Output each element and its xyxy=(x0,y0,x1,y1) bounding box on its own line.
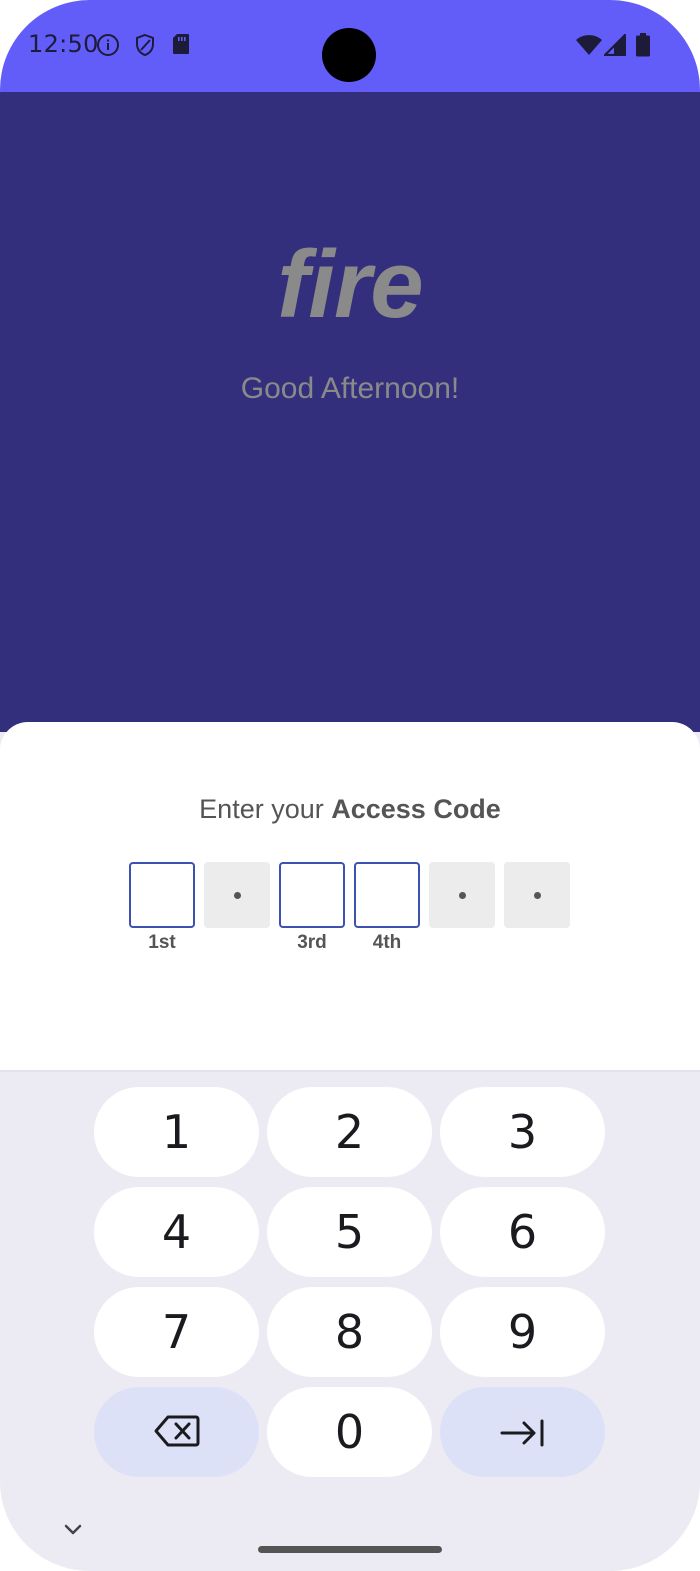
access-code-sheet: Enter your Access Code 1st 3rd 4th xyxy=(0,722,700,1070)
mask-dot xyxy=(233,891,241,899)
status-time: 12:50 xyxy=(28,30,99,58)
mask-dot xyxy=(533,891,541,899)
key-6[interactable]: 6 xyxy=(440,1187,605,1277)
code-digit-4-label: 4th xyxy=(372,932,402,953)
code-digit-3-input[interactable] xyxy=(279,862,345,928)
numeric-keypad: 1 2 3 4 5 6 7 8 9 0 xyxy=(0,1070,700,1571)
key-9[interactable]: 9 xyxy=(440,1287,605,1377)
key-4[interactable]: 4 xyxy=(94,1187,259,1277)
key-7[interactable]: 7 xyxy=(94,1287,259,1377)
key-8[interactable]: 8 xyxy=(267,1287,432,1377)
key-0[interactable]: 0 xyxy=(267,1387,432,1477)
key-5[interactable]: 5 xyxy=(267,1187,432,1277)
wifi-icon xyxy=(575,34,603,61)
backspace-key[interactable] xyxy=(94,1387,259,1477)
fire-logo: fire xyxy=(277,231,423,338)
info-icon xyxy=(96,33,120,62)
key-1[interactable]: 1 xyxy=(94,1087,259,1177)
front-camera xyxy=(322,28,376,82)
key-2[interactable]: 2 xyxy=(267,1087,432,1177)
chevron-down-icon[interactable] xyxy=(62,1518,84,1540)
shield-icon xyxy=(134,33,156,62)
code-digit-2-masked xyxy=(204,862,270,928)
hero-section: fire Good Afternoon! xyxy=(0,92,700,732)
backspace-icon xyxy=(154,1405,200,1459)
mask-dot xyxy=(458,891,466,899)
sd-card-icon xyxy=(172,33,190,60)
next-key[interactable] xyxy=(440,1387,605,1477)
battery-icon xyxy=(636,33,650,62)
access-code-title: Enter your Access Code xyxy=(199,794,501,824)
key-3[interactable]: 3 xyxy=(440,1087,605,1177)
signal-icon xyxy=(603,33,627,61)
code-digit-1-label: 1st xyxy=(148,932,176,953)
home-indicator[interactable] xyxy=(258,1546,442,1553)
code-digit-5-masked xyxy=(429,862,495,928)
code-digit-4-input[interactable] xyxy=(354,862,420,928)
greeting-text: Good Afternoon! xyxy=(240,372,460,405)
code-digit-3-label: 3rd xyxy=(297,932,327,953)
code-digit-1-input[interactable] xyxy=(129,862,195,928)
status-bar: 12:50 xyxy=(0,0,700,92)
phone-screen: 12:50 fire Good Afternoon! Enter your Ac… xyxy=(0,0,700,1571)
code-digit-6-masked xyxy=(504,862,570,928)
tab-next-icon xyxy=(500,1405,546,1459)
